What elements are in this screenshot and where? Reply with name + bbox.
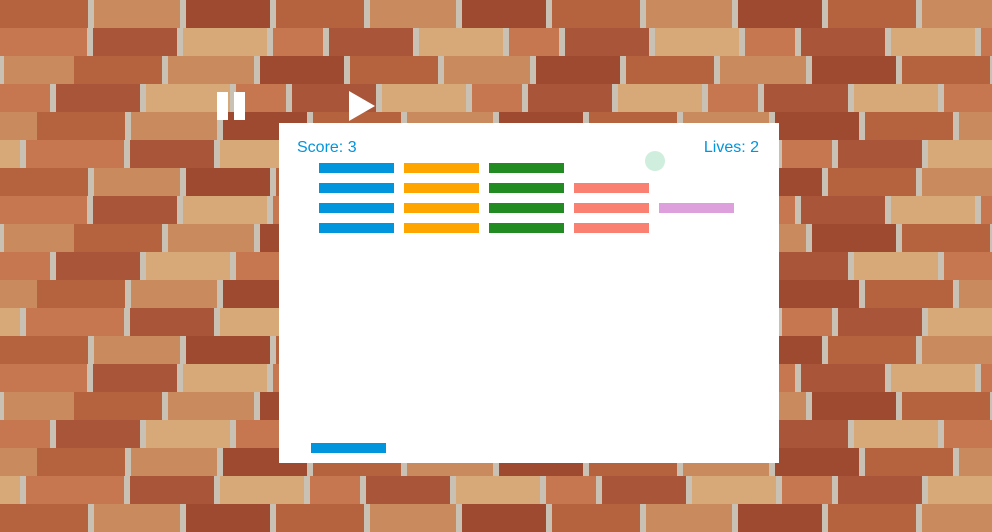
brick xyxy=(574,203,649,213)
pause-icon[interactable] xyxy=(216,92,246,120)
brick xyxy=(489,223,564,233)
pause-bar-left xyxy=(217,92,228,120)
wall-row xyxy=(0,504,992,532)
paddle[interactable] xyxy=(311,443,386,453)
wall-row xyxy=(0,0,992,28)
wall-row xyxy=(0,28,992,56)
brick xyxy=(489,163,564,173)
brick xyxy=(319,183,394,193)
brick xyxy=(404,203,479,213)
wall-row xyxy=(0,56,992,84)
wall-row xyxy=(0,476,992,504)
ball xyxy=(645,151,665,171)
score-label: Score: 3 xyxy=(297,139,357,156)
falling-brick xyxy=(659,203,734,213)
brick xyxy=(574,183,649,193)
play-icon[interactable] xyxy=(348,91,376,121)
brick xyxy=(404,183,479,193)
brick xyxy=(489,183,564,193)
brick xyxy=(319,223,394,233)
game-canvas[interactable]: Score: 3 Lives: 2 xyxy=(279,123,779,463)
play-triangle xyxy=(349,91,375,121)
brick xyxy=(574,223,649,233)
brick xyxy=(319,203,394,213)
brick xyxy=(319,163,394,173)
wall-row xyxy=(0,84,992,112)
lives-label: Lives: 2 xyxy=(703,139,759,156)
pause-bar-right xyxy=(234,92,245,120)
brick xyxy=(404,163,479,173)
brick xyxy=(404,223,479,233)
brick xyxy=(489,203,564,213)
